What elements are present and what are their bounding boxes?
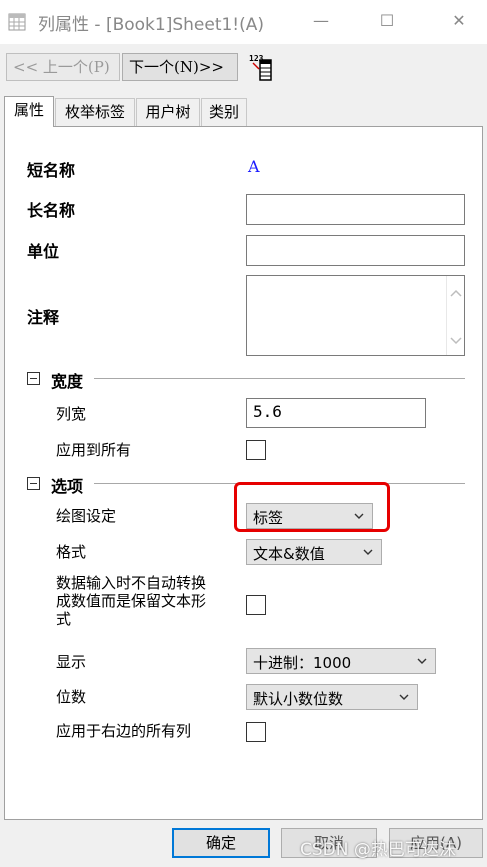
unit-field[interactable]	[246, 235, 465, 266]
watermark: CSDN @热巴可达沫	[300, 840, 456, 860]
apply-right-label: 应用于右边的所有列	[56, 722, 192, 740]
comment-scrollbar[interactable]	[446, 276, 464, 355]
format-label: 格式	[56, 543, 87, 561]
width-section-title: 宽度	[51, 372, 84, 391]
unit-label: 单位	[27, 242, 60, 261]
chevron-down-icon	[363, 549, 373, 555]
keep-text-label-line3: 式	[56, 610, 72, 628]
collapse-width-icon[interactable]	[27, 372, 40, 385]
format-dropdown[interactable]: 文本&数值	[246, 539, 382, 565]
format-value: 文本&数值	[253, 545, 325, 563]
apply-all-label: 应用到所有	[56, 441, 132, 459]
keep-text-label-line2: 成数值而是保留文本形	[56, 592, 207, 610]
display-label: 显示	[56, 653, 87, 671]
scroll-arrows-icon	[450, 289, 462, 345]
apply-right-checkbox[interactable]	[246, 722, 266, 742]
previous-button[interactable]: << 上一个(P)	[6, 53, 120, 81]
tab-properties[interactable]: 属性	[4, 96, 54, 127]
chevron-down-icon	[417, 658, 427, 664]
tab-enum-labels[interactable]: 枚举标签	[55, 98, 135, 126]
long-name-field[interactable]	[246, 194, 465, 225]
apply-all-checkbox[interactable]	[246, 440, 266, 460]
digits-value: 默认小数位数	[253, 690, 344, 708]
comment-label: 注释	[27, 308, 60, 327]
digits-dropdown[interactable]: 默认小数位数	[246, 684, 418, 710]
toolbar: << 上一个(P) 下一个(N)>>	[0, 44, 487, 90]
short-name-value: A	[248, 157, 260, 176]
column-width-field[interactable]: 5.6	[246, 398, 426, 428]
options-section-title: 选项	[51, 477, 84, 496]
app-icon	[8, 13, 26, 31]
column-width-label: 列宽	[56, 405, 87, 423]
digits-label: 位数	[56, 688, 87, 706]
column-width-value: 5.6	[253, 402, 282, 421]
column-settings-icon[interactable]: 123	[247, 52, 279, 82]
keep-text-label-line1: 数据输入时不自动转换	[56, 574, 207, 592]
highlight-box	[234, 482, 390, 532]
keep-text-label: 数据输入时不自动转换 成数值而是保留文本形 式	[56, 574, 206, 628]
plot-designation-label: 绘图设定	[56, 507, 117, 525]
minimize-button[interactable]: —	[298, 0, 344, 44]
maximize-button[interactable]: ☐	[364, 0, 410, 44]
keep-text-checkbox[interactable]	[246, 595, 266, 615]
chevron-down-icon	[399, 694, 409, 700]
width-section-divider	[94, 378, 465, 379]
title-bar: 列属性 - [Book1]Sheet1!(A) — ☐ ✕	[0, 0, 487, 44]
short-name-label: 短名称	[27, 161, 76, 180]
close-button[interactable]: ✕	[436, 0, 482, 44]
next-button[interactable]: 下一个(N)>>	[122, 53, 238, 81]
display-dropdown[interactable]: 十进制：1000	[246, 648, 436, 674]
tab-categories[interactable]: 类别	[201, 98, 247, 126]
display-value: 十进制：1000	[253, 654, 352, 672]
window-title: 列属性 - [Book1]Sheet1!(A)	[38, 15, 265, 35]
ok-button[interactable]: 确定	[172, 828, 270, 858]
collapse-options-icon[interactable]	[27, 477, 40, 490]
tab-user-tree[interactable]: 用户树	[136, 98, 200, 126]
long-name-label: 长名称	[27, 201, 76, 220]
comment-textarea[interactable]	[246, 275, 465, 356]
tool-icon-text: 123	[249, 54, 264, 63]
